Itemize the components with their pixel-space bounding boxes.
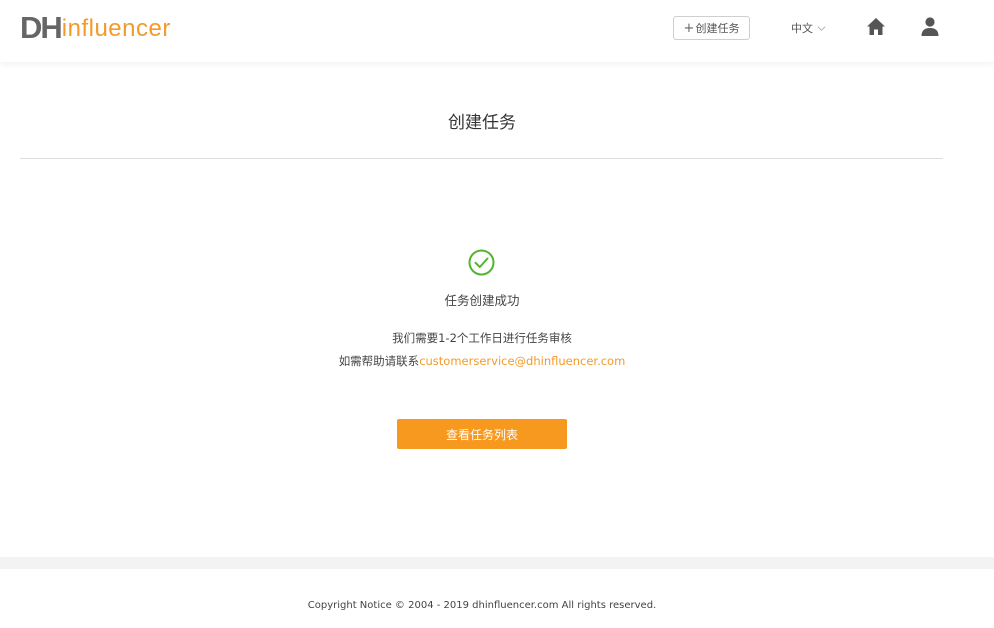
- chevron-down-icon: [817, 25, 826, 31]
- view-task-list-button[interactable]: 查看任务列表: [397, 419, 567, 449]
- help-contact-text: 如需帮助请联系customerservice@dhinfluencer.com: [0, 353, 964, 369]
- footer: Copyright Notice © 2004 - 2019 dhinfluen…: [0, 569, 994, 628]
- success-message: 任务创建成功: [444, 293, 520, 308]
- top-header: DH influencer + 创建任务 中文: [0, 0, 994, 62]
- home-icon[interactable]: [866, 17, 886, 36]
- page-title: 创建任务: [448, 113, 516, 133]
- logo-influencer-text: influencer: [61, 15, 171, 42]
- check-circle-icon: [468, 249, 495, 276]
- plus-icon: +: [683, 20, 695, 36]
- user-icon[interactable]: [921, 17, 939, 36]
- review-info-text: 我们需要1-2个工作日进行任务审核: [392, 331, 572, 345]
- help-prefix: 如需帮助请联系: [338, 354, 420, 368]
- language-selector[interactable]: 中文: [791, 19, 826, 37]
- create-task-button[interactable]: + 创建任务: [673, 16, 750, 40]
- copyright-text: Copyright Notice © 2004 - 2019 dhinfluen…: [307, 600, 657, 611]
- divider: [20, 158, 943, 159]
- footer-band: [0, 557, 994, 569]
- create-task-label: 创建任务: [695, 22, 740, 35]
- logo-dh-text: DH: [20, 10, 63, 45]
- support-email-link[interactable]: customerservice@dhinfluencer.com: [419, 354, 625, 368]
- logo[interactable]: DH influencer: [20, 10, 171, 44]
- language-label: 中文: [791, 22, 813, 35]
